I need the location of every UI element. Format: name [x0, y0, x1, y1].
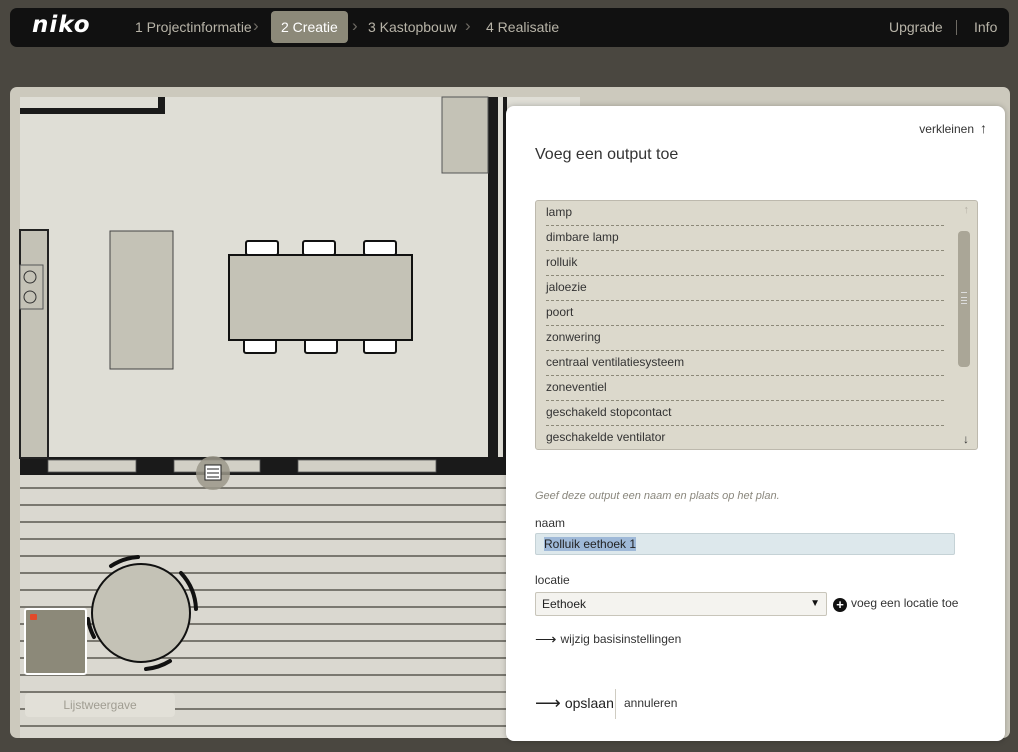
- list-item-poort[interactable]: poort: [546, 301, 944, 326]
- list-item-geschakeld-stopcontact[interactable]: geschakeld stopcontact: [546, 401, 944, 426]
- list-view-button[interactable]: Lijstweergave: [25, 693, 175, 717]
- save-button[interactable]: ⟶ opslaan: [535, 693, 614, 714]
- niko-logo[interactable]: niko: [32, 12, 91, 38]
- list-item-rolluik[interactable]: rolluik: [546, 251, 944, 276]
- step-kastopbouw[interactable]: 3 Kastopbouw: [368, 11, 457, 43]
- scrollbar-thumb[interactable]: [958, 231, 970, 367]
- minimap-indicator: [30, 614, 37, 620]
- arrow-up-icon: ↑: [980, 120, 987, 136]
- caret-down-icon: ▼: [810, 598, 820, 609]
- list-item-geschakelde-ventilator[interactable]: geschakelde ventilator: [546, 426, 944, 449]
- add-location-button[interactable]: + voeg een locatie toe: [833, 596, 958, 612]
- grip-icon: [961, 292, 967, 304]
- panel-title: Voeg een output toe: [535, 146, 679, 163]
- upgrade-link[interactable]: Upgrade: [889, 11, 943, 43]
- name-input-value: Rolluik eethoek 1: [544, 537, 637, 551]
- hint-text: Geef deze output een naam en plaats op h…: [535, 490, 780, 502]
- arrow-right-icon: ⟶: [535, 693, 561, 713]
- scroll-down-icon[interactable]: ↓: [963, 432, 969, 446]
- top-navigation: niko 1 Projectinformatie › 2 Creatie › 3…: [10, 8, 1009, 47]
- list-item-lamp[interactable]: lamp: [546, 201, 944, 226]
- button-divider: [615, 689, 616, 719]
- step-projectinformatie[interactable]: 1 Projectinformatie: [135, 11, 252, 43]
- name-input[interactable]: Rolluik eethoek 1: [535, 533, 955, 555]
- step-realisatie[interactable]: 4 Realisatie: [486, 11, 559, 43]
- basic-settings-label: wijzig basisinstellingen: [560, 632, 682, 646]
- basic-settings-link[interactable]: ⟶ wijzig basisinstellingen: [535, 630, 681, 648]
- info-link[interactable]: Info: [974, 11, 997, 43]
- minimap-thumbnail[interactable]: [24, 608, 87, 675]
- name-label: naam: [535, 516, 566, 530]
- location-label: locatie: [535, 573, 570, 587]
- list-item-jaloezie[interactable]: jaloezie: [546, 276, 944, 301]
- list-item-zoneventiel[interactable]: zoneventiel: [546, 376, 944, 401]
- chevron-right-icon: ›: [253, 16, 259, 35]
- nav-divider: [956, 20, 957, 35]
- step-creatie[interactable]: 2 Creatie: [271, 11, 348, 43]
- add-output-panel: verkleinen ↑ Voeg een output toe lamp dim…: [506, 106, 1005, 741]
- location-select-value: Eethoek: [542, 597, 587, 611]
- list-item-dimbare-lamp[interactable]: dimbare lamp: [546, 226, 944, 251]
- cancel-button[interactable]: annuleren: [624, 696, 677, 710]
- plus-circle-icon: +: [833, 598, 847, 612]
- add-location-label: voeg een locatie toe: [851, 596, 959, 610]
- arrow-right-icon: ⟶: [535, 631, 557, 648]
- chevron-right-icon: ›: [465, 16, 471, 35]
- collapse-panel-button[interactable]: verkleinen ↑: [919, 120, 987, 136]
- output-type-list[interactable]: lamp dimbare lamp rolluik jaloezie poort…: [535, 200, 978, 450]
- list-item-zonwering[interactable]: zonwering: [546, 326, 944, 351]
- chevron-right-icon: ›: [352, 16, 358, 35]
- list-item-centraal-ventilatiesysteem[interactable]: centraal ventilatiesysteem: [546, 351, 944, 376]
- location-select[interactable]: Eethoek ▼: [535, 592, 827, 616]
- collapse-label: verkleinen: [919, 122, 974, 136]
- save-label: opslaan: [564, 695, 614, 711]
- scroll-up-icon[interactable]: ↑: [964, 204, 970, 216]
